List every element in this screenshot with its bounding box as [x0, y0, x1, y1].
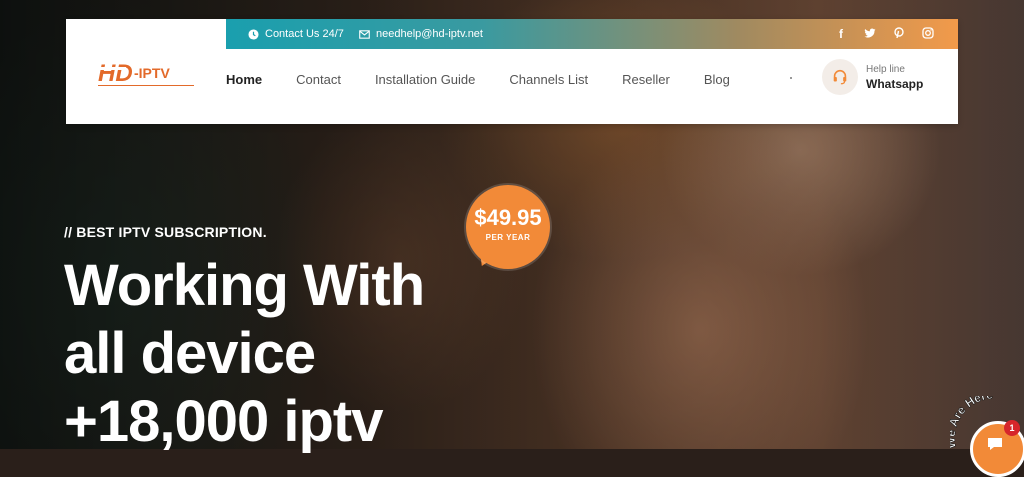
helpline-text: Help line Whatsapp — [866, 64, 923, 91]
helpline[interactable]: Help line Whatsapp — [822, 59, 923, 95]
chat-notification-badge: 1 — [1004, 420, 1020, 436]
contact-text: Contact Us 24/7 — [265, 28, 344, 40]
headline-line-3: +18,000 iptv — [64, 389, 384, 454]
logo-underline — [98, 85, 194, 86]
svg-text:-IPTV: -IPTV — [134, 65, 170, 81]
svg-text:HD: HD — [98, 60, 133, 87]
price-badge: $49.95 PER YEAR — [466, 185, 550, 269]
twitter-icon[interactable] — [864, 27, 876, 42]
nav-installation-guide[interactable]: Installation Guide — [375, 72, 475, 87]
price-period: PER YEAR — [485, 233, 531, 242]
price-amount: $49.95 — [474, 205, 542, 230]
clock-icon — [248, 28, 259, 40]
nav-channels-list[interactable]: Channels List — [509, 72, 588, 87]
instagram-icon[interactable] — [922, 26, 934, 42]
social-links: f — [835, 19, 934, 49]
email-info[interactable]: needhelp@hd-iptv.net — [359, 19, 483, 49]
hero-tagline: // BEST IPTV SUBSCRIPTION. — [64, 224, 267, 240]
hero-headline: Working With all device +18,000 iptv — [64, 252, 425, 456]
headline-line-2: all device — [64, 321, 316, 386]
nav-separator — [790, 77, 792, 79]
facebook-icon[interactable]: f — [835, 27, 847, 41]
email-text: needhelp@hd-iptv.net — [376, 28, 483, 40]
headset-icon — [822, 59, 858, 95]
contact-info: Contact Us 24/7 — [248, 19, 344, 49]
helpline-value[interactable]: Whatsapp — [866, 77, 923, 91]
nav-home[interactable]: Home — [226, 72, 262, 87]
main-nav: Home Contact Installation Guide Channels… — [226, 49, 764, 109]
pinterest-icon[interactable] — [893, 26, 905, 42]
nav-reseller[interactable]: Reseller — [622, 72, 670, 87]
chat-icon — [988, 438, 1002, 450]
mail-icon — [359, 29, 370, 39]
site-header: Contact Us 24/7 needhelp@hd-iptv.net f H… — [66, 19, 958, 124]
nav-blog[interactable]: Blog — [704, 72, 730, 87]
headline-line-1: Working With — [64, 253, 425, 318]
nav-contact[interactable]: Contact — [296, 72, 341, 87]
top-bar: Contact Us 24/7 needhelp@hd-iptv.net f — [226, 19, 958, 49]
helpline-label: Help line — [866, 63, 905, 75]
site-logo[interactable]: HD -IPTV — [96, 57, 196, 87]
